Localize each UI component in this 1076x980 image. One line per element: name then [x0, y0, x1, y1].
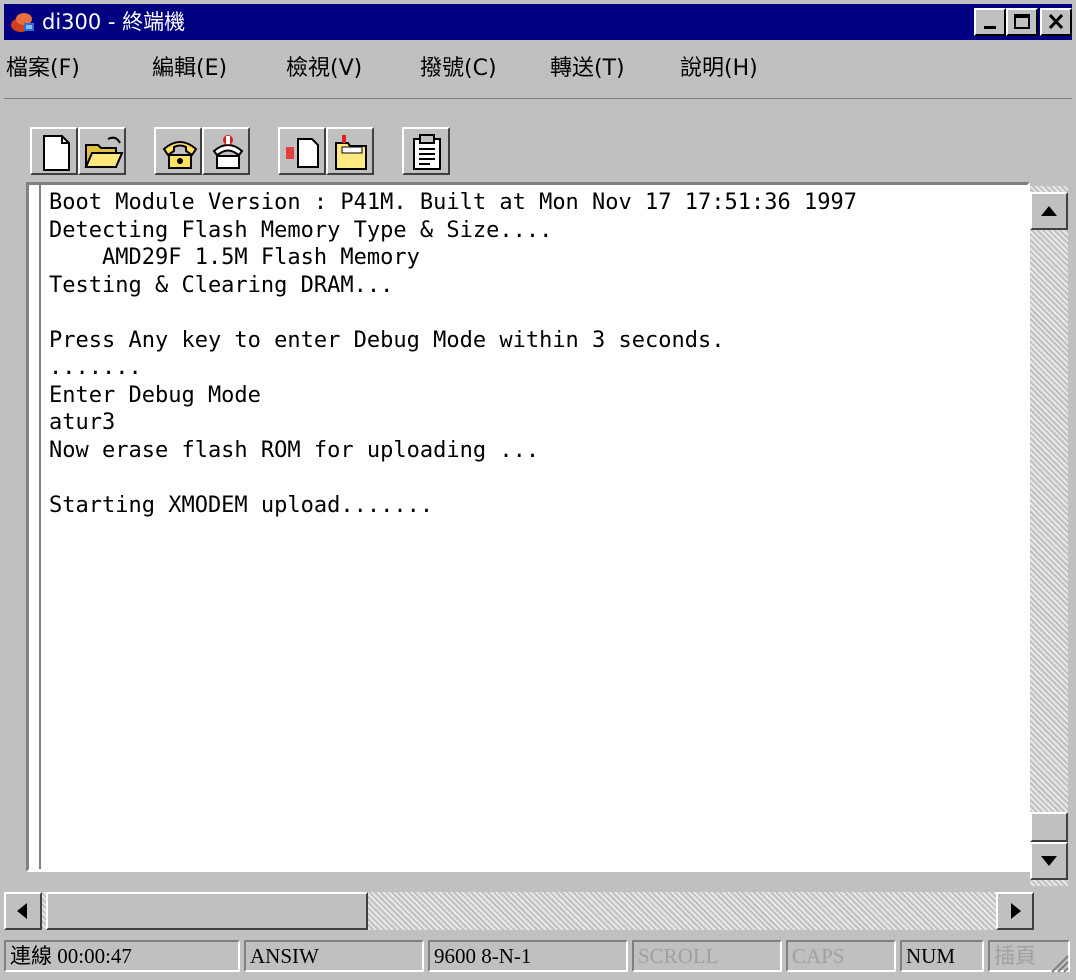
scroll-left-button[interactable] [4, 892, 42, 930]
receive-button[interactable] [326, 127, 374, 175]
horizontal-scrollbar[interactable] [4, 892, 1034, 930]
terminal-line: Detecting Flash Memory Type & Size.... [49, 217, 553, 243]
status-bar: 連線 00:00:47 ANSIW 9600 8-N-1 SCROLL CAPS… [4, 936, 1072, 976]
terminal-line: Starting XMODEM upload....... [49, 492, 434, 518]
terminal-line: Now erase flash ROM for uploading ... [49, 437, 540, 463]
open-folder-icon [84, 136, 124, 168]
disconnect-button[interactable] [202, 127, 250, 175]
maximize-button[interactable] [1006, 8, 1038, 36]
menu-help[interactable]: 說明(H) [680, 54, 758, 84]
send-button[interactable] [278, 127, 326, 175]
arrow-right-icon [1011, 903, 1021, 919]
terminal-line: Press Any key to enter Debug Mode within… [49, 327, 725, 353]
window-title: di300 - 終端機 [42, 10, 186, 34]
terminal-display[interactable]: Boot Module Version : P41M. Built at Mon… [26, 182, 1030, 872]
menu-bar: 檔案(F) 編輯(E) 檢視(V) 撥號(C) 轉送(T) 說明(H) [4, 44, 1072, 94]
terminal-output: Boot Module Version : P41M. Built at Mon… [49, 189, 857, 519]
vertical-scrollbar[interactable] [1030, 186, 1068, 886]
open-button[interactable] [78, 127, 126, 175]
menu-call[interactable]: 撥號(C) [420, 54, 497, 84]
title-bar[interactable]: di300 - 終端機 [4, 4, 1072, 40]
close-icon [1048, 13, 1064, 30]
call-icon [162, 141, 198, 169]
scroll-up-button[interactable] [1030, 192, 1068, 230]
terminal-line: Testing & Clearing DRAM... [49, 272, 394, 298]
properties-button[interactable] [402, 127, 450, 175]
emulation-type: ANSIW [244, 940, 424, 972]
resize-grip-icon[interactable] [1048, 952, 1070, 974]
menu-edit[interactable]: 編輯(E) [152, 54, 227, 84]
close-button[interactable] [1040, 8, 1072, 36]
terminal-line: Enter Debug Mode [49, 382, 261, 408]
terminal-text-area[interactable]: Boot Module Version : P41M. Built at Mon… [39, 185, 1027, 869]
horizontal-scroll-thumb[interactable] [46, 892, 368, 930]
receive-icon [335, 135, 367, 170]
terminal-window: di300 - 終端機 檔案(F) 編輯(E) 檢視(V) 撥號(C) 轉送(T… [0, 0, 1076, 980]
scroll-right-button[interactable] [996, 892, 1034, 930]
terminal-line: AMD29F 1.5M Flash Memory [49, 245, 420, 270]
call-button[interactable] [154, 127, 202, 175]
scroll-down-button[interactable] [1030, 842, 1068, 880]
caps-lock-indicator: CAPS [786, 940, 896, 972]
connection-time: 連線 00:00:47 [4, 940, 240, 972]
menu-file[interactable]: 檔案(F) [6, 54, 80, 84]
disconnect-icon [212, 135, 244, 169]
menu-view[interactable]: 檢視(V) [286, 54, 362, 84]
new-file-icon [43, 135, 70, 171]
port-settings: 9600 8-N-1 [428, 940, 628, 972]
new-file-button[interactable] [30, 127, 78, 175]
menu-transfer[interactable]: 轉送(T) [550, 54, 625, 84]
vertical-scroll-thumb[interactable] [1030, 812, 1068, 842]
arrow-left-icon [17, 903, 27, 919]
send-icon [286, 138, 319, 168]
terminal-line: atur3 [49, 410, 116, 435]
minimize-button[interactable] [974, 8, 1006, 36]
arrow-down-icon [1041, 856, 1057, 866]
maximize-icon [1014, 14, 1030, 29]
toolbar [4, 98, 1072, 182]
properties-icon [413, 134, 441, 170]
terminal-line: Boot Module Version : P41M. Built at Mon… [49, 190, 857, 215]
terminal-line: ....... [49, 355, 142, 380]
minimize-icon [984, 26, 996, 29]
scroll-lock-indicator: SCROLL [632, 940, 782, 972]
num-lock-indicator: NUM [900, 940, 984, 972]
arrow-up-icon [1041, 206, 1057, 216]
phone-connection-icon[interactable] [10, 9, 36, 35]
